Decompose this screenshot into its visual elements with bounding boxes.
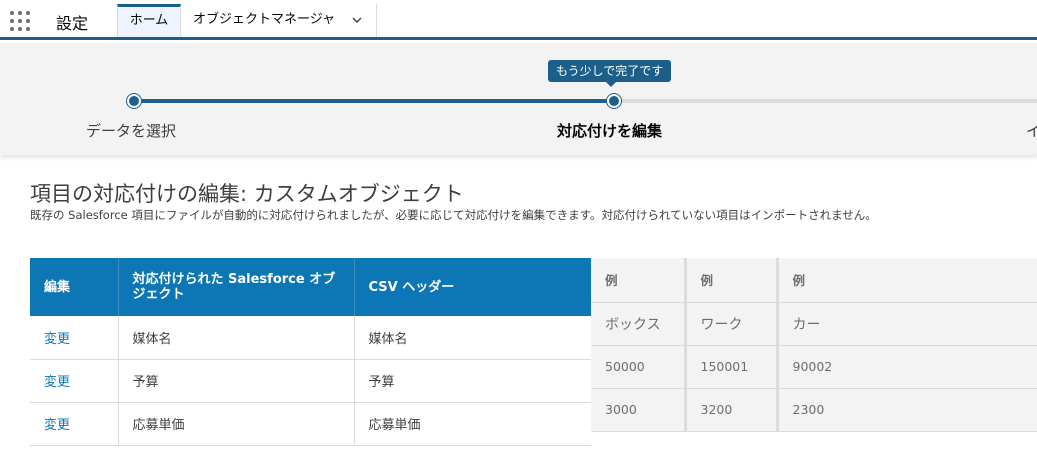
edit-cell: 変更	[30, 316, 118, 360]
edit-cell: 変更	[30, 402, 118, 446]
edit-cell: 変更	[30, 359, 118, 403]
page-title: 項目の対応付けの編集: カスタムオブジェクト	[30, 182, 464, 206]
example-cell: カー	[775, 302, 1037, 346]
tab-home[interactable]: ホーム	[117, 4, 181, 37]
change-link[interactable]: 変更	[44, 332, 70, 347]
example-cell: 3200	[683, 388, 777, 432]
example-cell: 90002	[775, 345, 1037, 389]
example-cell: 3000	[591, 388, 685, 432]
example-cell: ワーク	[683, 302, 777, 346]
step-marker-select-data[interactable]	[127, 94, 141, 108]
example-table: 例 例 例 ボックス ワーク カー 50000 150001 90002 300…	[591, 258, 1037, 432]
column-header-csv: CSV ヘッダー	[353, 258, 591, 316]
mapping-table-header: 編集 対応付けられた Salesforce オブジェクト CSV ヘッダー	[30, 258, 591, 316]
example-cell: 150001	[683, 345, 777, 389]
salesforce-field-cell: 媒体名	[117, 316, 354, 360]
csv-header-cell: 応募単価	[353, 402, 591, 446]
table-row: 変更 応募単価 応募単価	[30, 402, 591, 446]
progress-indicator: もう少しで完了です データを選択 対応付けを編集 イ	[0, 43, 1037, 155]
chevron-down-icon[interactable]	[352, 15, 362, 25]
example-table-header: 例 例 例	[591, 258, 1037, 303]
step-label-import: イ	[1026, 122, 1037, 140]
step-label-edit-mapping: 対応付けを編集	[557, 122, 663, 140]
salesforce-field-cell: 予算	[117, 359, 354, 403]
column-header-edit: 編集	[30, 258, 118, 316]
change-link[interactable]: 変更	[44, 375, 70, 390]
table-row: 50000 150001 90002	[591, 345, 1037, 389]
step-label-select-data[interactable]: データを選択	[86, 120, 176, 141]
example-column-header: 例	[683, 258, 777, 303]
table-row: ボックス ワーク カー	[591, 302, 1037, 346]
tab-object-manager-label: オブジェクトマネージャ	[193, 12, 336, 27]
csv-header-cell: 予算	[353, 359, 591, 403]
app-launcher-icon[interactable]	[10, 11, 34, 31]
csv-header-cell: 媒体名	[353, 316, 591, 360]
mapping-table: 編集 対応付けられた Salesforce オブジェクト CSV ヘッダー 変更…	[30, 258, 591, 446]
page-description: 既存の Salesforce 項目にファイルが自動的に対応付けられましたが、必要…	[30, 208, 877, 222]
step-marker-edit-mapping	[607, 94, 621, 108]
progress-tooltip: もう少しで完了です	[548, 60, 672, 87]
table-row: 3000 3200 2300	[591, 388, 1037, 432]
example-cell: 50000	[591, 345, 685, 389]
example-column-header: 例	[591, 258, 685, 303]
column-header-salesforce-object: 対応付けられた Salesforce オブジェクト	[117, 258, 354, 316]
progress-fill	[134, 99, 613, 103]
example-cell: 2300	[775, 388, 1037, 432]
example-column-header: 例	[775, 258, 1037, 303]
change-link[interactable]: 変更	[44, 418, 70, 433]
table-row: 変更 媒体名 媒体名	[30, 316, 591, 360]
app-name: 設定	[56, 14, 89, 33]
table-row: 変更 予算 予算	[30, 359, 591, 403]
salesforce-field-cell: 応募単価	[117, 402, 354, 446]
top-navigation: 設定 ホーム オブジェクトマネージャ	[0, 0, 1037, 40]
tab-object-manager[interactable]: オブジェクトマネージャ	[181, 4, 377, 37]
example-cell: ボックス	[591, 302, 685, 346]
